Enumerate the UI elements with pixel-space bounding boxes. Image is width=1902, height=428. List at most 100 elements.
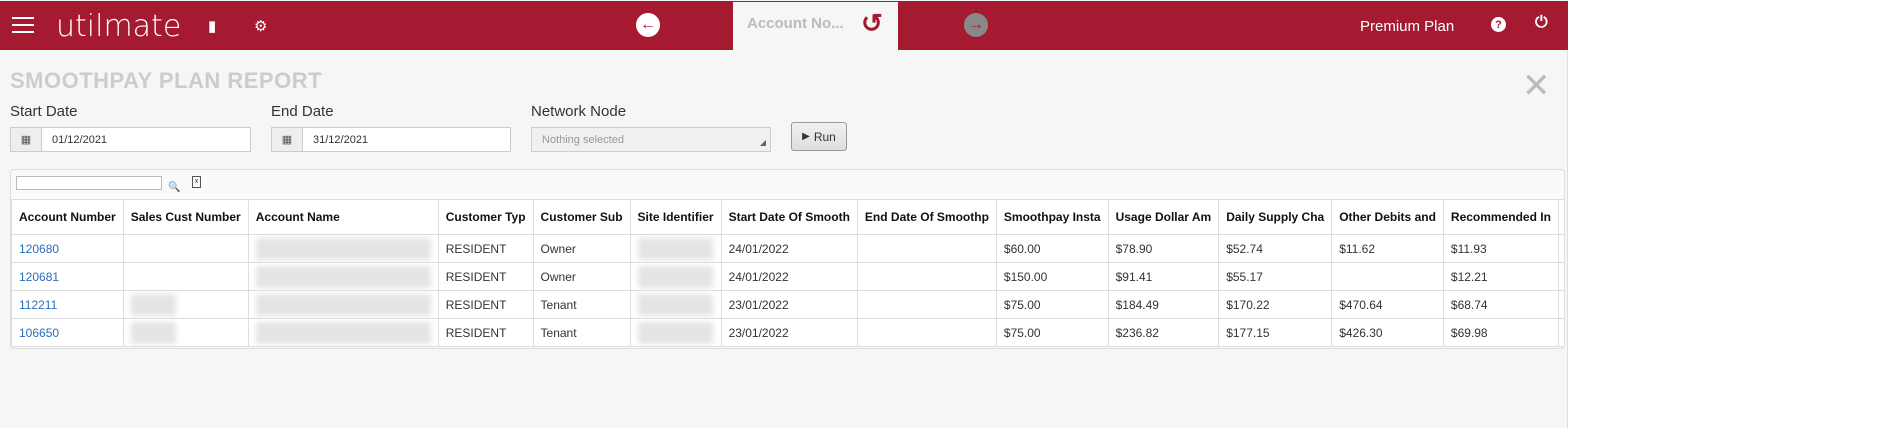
account-link[interactable]: 112211 xyxy=(19,298,57,312)
table-cell: $426.30 xyxy=(1331,318,1444,347)
column-header[interactable]: Customer Typ xyxy=(437,199,534,235)
table-cell: 23/01/2022 xyxy=(720,318,858,347)
table-cell xyxy=(856,234,997,263)
back-arrow-icon[interactable]: ← xyxy=(636,13,660,37)
table-cell: RESIDENT xyxy=(437,318,534,347)
help-icon[interactable]: ? xyxy=(1491,17,1506,32)
top-bar: utilmate ▮ ⚙ ← Account No... ↺ → Premium… xyxy=(0,1,1568,51)
table-cell xyxy=(856,262,997,291)
redacted-value xyxy=(637,265,713,288)
column-header[interactable]: Recommended In xyxy=(1442,199,1559,235)
column-header[interactable]: Usage Dollar Am xyxy=(1107,199,1220,235)
table-cell xyxy=(629,262,722,291)
table-search-input[interactable] xyxy=(16,176,162,190)
report-table: Account Number Sales Cust Number Account N… xyxy=(11,199,1564,347)
column-header[interactable]: Start Date Of Smooth xyxy=(720,199,858,235)
table-cell: ($5.02) xyxy=(1557,318,1564,347)
table-cell xyxy=(629,290,722,319)
nav-tab-label: Account No... xyxy=(747,15,844,32)
table-cell: 120680 xyxy=(11,234,124,263)
table-cell: $52.74 xyxy=(1218,234,1333,263)
table-cell xyxy=(247,234,439,263)
table-cell: $75.00 xyxy=(995,318,1109,347)
account-link[interactable]: 120681 xyxy=(19,270,59,284)
nav-tab-account[interactable]: Account No... ↺ xyxy=(733,2,898,51)
plan-label[interactable]: Premium Plan xyxy=(1360,18,1454,35)
column-header[interactable]: Smoothpay Insta xyxy=(995,199,1109,235)
table-cell: $60.00 xyxy=(995,234,1109,263)
book-icon[interactable]: ▮ xyxy=(208,17,216,35)
forward-arrow-icon[interactable]: → xyxy=(964,13,988,37)
table-cell: $91.41 xyxy=(1107,262,1220,291)
table-cell: 120681 xyxy=(11,262,124,291)
table-cell xyxy=(122,262,249,291)
account-link[interactable]: 120680 xyxy=(19,242,59,256)
table-cell xyxy=(856,290,997,319)
table-cell xyxy=(629,234,722,263)
export-excel-icon[interactable]: x xyxy=(192,176,201,188)
redacted-value xyxy=(637,237,713,260)
account-link[interactable]: 106650 xyxy=(19,326,59,340)
play-icon: ▶ xyxy=(802,131,810,142)
menu-icon[interactable] xyxy=(12,17,34,33)
table-cell: $470.64 xyxy=(1331,290,1444,319)
run-label: Run xyxy=(813,129,836,144)
table-cell xyxy=(856,318,997,347)
table-cell: $75.00 xyxy=(995,290,1109,319)
dropdown-icon: ◢ xyxy=(759,138,766,147)
start-date-label: Start Date xyxy=(10,103,78,120)
column-header[interactable]: Account Name xyxy=(247,199,439,235)
end-date-label: End Date xyxy=(271,103,334,120)
gears-icon[interactable]: ⚙ xyxy=(254,17,267,35)
table-row: 120681 RESIDENT Owner 24/01/2022 $150.00 $91.… xyxy=(11,262,1564,291)
calendar-icon[interactable]: ▦ xyxy=(11,128,42,151)
table-cell: $184.49 xyxy=(1107,290,1220,319)
table-cell: 106650 xyxy=(11,318,124,347)
table-cell: Tenant xyxy=(532,318,631,347)
table-cell: ($137.79) xyxy=(1557,262,1564,291)
table-cell: RESIDENT xyxy=(437,234,534,263)
column-header[interactable]: Dollar Dif xyxy=(1557,199,1564,235)
table-cell: $68.74 xyxy=(1442,290,1559,319)
table-row: 106650 RESIDENT Tenant 23/01/2022 $75.00 $236… xyxy=(11,318,1564,347)
power-icon[interactable]: ⏻ xyxy=(1535,14,1548,32)
column-header[interactable]: Other Debits and xyxy=(1331,199,1444,235)
table-cell: Owner xyxy=(532,234,631,263)
column-header[interactable]: Account Number xyxy=(11,199,124,235)
table-cell: $177.15 xyxy=(1218,318,1333,347)
network-node-value: Nothing selected xyxy=(542,134,624,146)
calendar-icon[interactable]: ▦ xyxy=(272,128,303,151)
search-icon[interactable]: 🔍 xyxy=(168,182,180,193)
redacted-value xyxy=(255,321,431,344)
table-cell: 24/01/2022 xyxy=(720,234,858,263)
table-cell: $78.90 xyxy=(1107,234,1220,263)
run-button[interactable]: ▶ Run xyxy=(791,122,847,151)
table-cell: $12.21 xyxy=(1442,262,1559,291)
table-cell xyxy=(122,318,249,347)
table-row: 120680 RESIDENT Owner 24/01/2022 $60.00 $78.9… xyxy=(11,234,1564,263)
refresh-icon[interactable]: ↺ xyxy=(861,8,883,39)
column-header[interactable]: Site Identifier xyxy=(629,199,722,235)
close-icon[interactable]: ✕ xyxy=(1522,66,1551,106)
table-cell xyxy=(122,234,249,263)
table-cell: 24/01/2022 xyxy=(720,262,858,291)
table-cell: ($48.07) xyxy=(1557,234,1564,263)
table-cell: RESIDENT xyxy=(437,290,534,319)
column-header[interactable]: Daily Supply Cha xyxy=(1218,199,1333,235)
table-cell: Owner xyxy=(532,262,631,291)
end-date-value[interactable]: 31/12/2021 xyxy=(303,128,378,151)
table-cell: Tenant xyxy=(532,290,631,319)
redacted-value xyxy=(637,321,713,344)
column-header[interactable]: End Date Of Smoothp xyxy=(856,199,997,235)
table-cell: $11.93 xyxy=(1442,234,1559,263)
redacted-value xyxy=(130,321,176,344)
start-date-field[interactable]: ▦ 01/12/2021 xyxy=(10,127,251,152)
table-row: 112211 RESIDENT Tenant 23/01/2022 $75.00 $184… xyxy=(11,290,1564,319)
redacted-value xyxy=(130,293,176,316)
start-date-value[interactable]: 01/12/2021 xyxy=(42,128,117,151)
column-header[interactable]: Customer Sub xyxy=(532,199,631,235)
network-node-select[interactable]: Nothing selected ◢ xyxy=(531,127,771,152)
table-cell xyxy=(247,290,439,319)
column-header[interactable]: Sales Cust Number xyxy=(122,199,249,235)
end-date-field[interactable]: ▦ 31/12/2021 xyxy=(271,127,511,152)
